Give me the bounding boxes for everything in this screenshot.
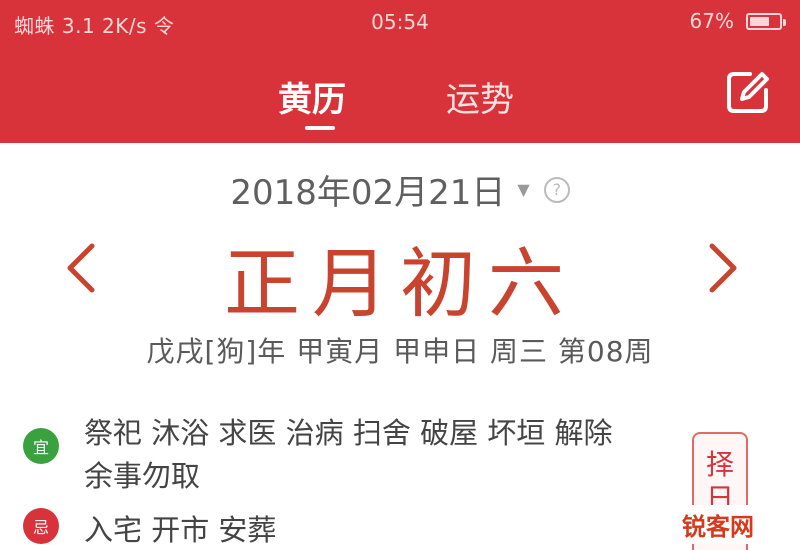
app-header: 蜘蛛 3.1 2K/s 令 05:54 67% 黄历 运势	[0, 0, 800, 143]
status-bar: 蜘蛛 3.1 2K/s 令 05:54 67%	[0, 0, 800, 44]
yi-badge: 宜	[23, 428, 59, 464]
status-time: 05:54	[371, 10, 429, 34]
solar-date-selector[interactable]: 2018年02月21日 ▼ ?	[0, 165, 800, 214]
yi-activities: 祭祀 沐浴 求医 治病 扫舍 破屋 坏垣 解除 余事勿取	[84, 416, 613, 493]
battery-percent: 67%	[689, 9, 734, 33]
tab-fortune[interactable]: 运势	[446, 72, 514, 121]
status-battery-group: 67%	[689, 9, 786, 33]
ji-activities: 入宅 开市 安葬	[84, 513, 277, 547]
lunar-date: 正月初六	[224, 239, 576, 328]
help-icon[interactable]: ?	[543, 176, 570, 203]
solar-date: 2018年02月21日	[230, 173, 506, 213]
site-watermark: 锐客网	[676, 505, 760, 544]
active-tab-indicator	[305, 126, 335, 130]
next-day-button[interactable]	[702, 238, 742, 298]
tab-almanac[interactable]: 黄历	[278, 72, 346, 121]
ganzhi-info: 戊戌[狗]年 甲寅月 甲申日 周三 第08周	[146, 335, 654, 368]
battery-icon	[746, 12, 786, 30]
chevron-right-icon	[709, 243, 737, 293]
chevron-down-icon: ▼	[517, 180, 530, 199]
edit-button[interactable]	[724, 68, 772, 116]
ji-badge: 忌	[23, 508, 59, 544]
edit-square-icon	[727, 72, 769, 113]
